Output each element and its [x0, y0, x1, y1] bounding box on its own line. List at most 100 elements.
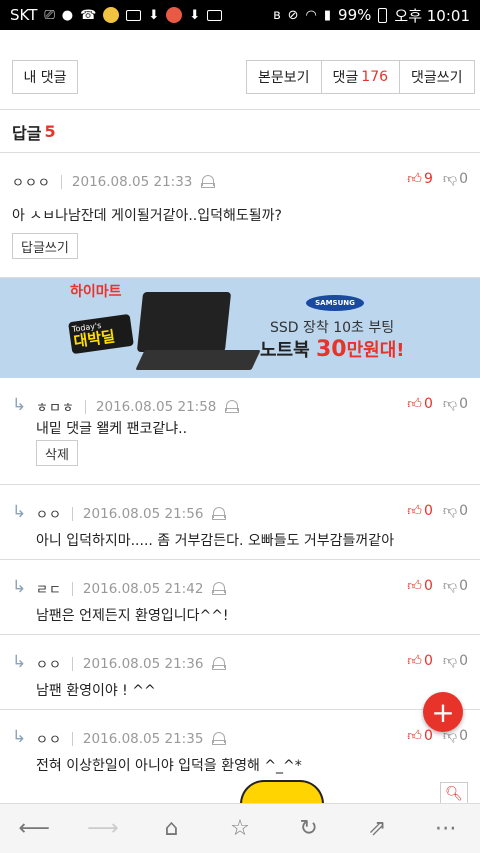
forward-icon[interactable]: ⟶ — [69, 816, 138, 841]
reply-date: 2016.08.05 21:35 — [82, 730, 204, 747]
chat-icon: ● — [61, 7, 74, 23]
comment-text: 아 ㅅㅂ나남잔데 게이될거같아..입덕해도될까? — [12, 208, 282, 224]
downvote-button[interactable]: 👎︎ 0 — [442, 652, 468, 670]
upvote-button[interactable]: 👍︎ 0 — [407, 395, 433, 413]
upvote-button[interactable]: 👍︎ 0 — [407, 652, 433, 670]
reply-date: 2016.08.05 21:56 — [82, 505, 204, 522]
reply-date: 2016.08.05 21:42 — [82, 580, 204, 597]
upvote-button[interactable]: 👍︎ 0 — [407, 577, 433, 595]
more-icon[interactable]: ⋯ — [411, 816, 480, 841]
thumbs-down-icon: 👎︎ — [442, 578, 458, 594]
downvote-count: 0 — [459, 170, 468, 187]
upvote-button[interactable]: 👍︎ 0 — [407, 727, 433, 745]
view-article-button[interactable]: 본문보기 — [247, 61, 321, 93]
thumbs-up-icon: 👍︎ — [407, 728, 422, 744]
thumbs-down-icon: 👎︎ — [442, 503, 458, 519]
thumbs-up-icon: 👍︎ — [407, 396, 422, 412]
bookmark-star-icon[interactable]: ☆ — [206, 816, 275, 841]
reply-count: 5 — [44, 122, 56, 141]
comments-label: 댓글 — [332, 70, 359, 86]
reply-arrow-icon: ↳ — [12, 727, 27, 747]
reply-text: 내밑 댓글 왤케 팬코같냐.. — [36, 421, 188, 437]
reply-text: 전혀 이상한일이 아니야 입덕을 환영해 ^_^* — [36, 758, 302, 774]
samsung-logo: SAMSUNG — [306, 295, 364, 311]
report-icon[interactable] — [212, 507, 227, 520]
download-icon: ⬇ — [189, 7, 201, 23]
write-comment-button[interactable]: 댓글쓰기 — [399, 61, 474, 93]
reply-arrow-icon: ↳ — [12, 502, 27, 522]
reply-text: 아니 입덕하지마..... 좀 거부감든다. 오빠들도 거부감들꺼같아 — [36, 533, 395, 549]
report-icon[interactable] — [212, 657, 227, 670]
ad-badge: Today's 대박딜 — [68, 313, 134, 355]
reply-item: ↳ ㅇㅇ 2016.08.05 21:35 👍︎ 0 👎︎ 0 전혀 이상한일이 아… — [0, 711, 480, 803]
carrier: SKT — [10, 6, 38, 24]
ad-banner[interactable]: 하이마트 Today's 대박딜 SAMSUNG SSD 장착 10초 부팅 노… — [0, 278, 480, 378]
reply-arrow-icon: ↳ — [12, 577, 27, 597]
comments-count: 176 — [361, 69, 389, 85]
thumbs-down-icon: 👎︎ — [442, 396, 458, 412]
comment-nav: 내 댓글 본문보기 댓글 176 댓글쓰기 — [0, 30, 480, 110]
upvote-button[interactable]: 👍︎ 0 — [407, 502, 433, 520]
battery-icon — [378, 7, 388, 23]
report-icon[interactable] — [212, 732, 227, 745]
reply-item: ↳ ㅇㅇ 2016.08.05 21:36 👍︎ 0 👎︎ 0 남팬 환영이야 ! … — [0, 636, 480, 710]
download-icon: ⬇ — [148, 7, 160, 23]
bluetooth-icon: ʙ — [273, 7, 281, 23]
image-icon — [207, 9, 223, 21]
comments-tab[interactable]: 댓글 176 — [320, 61, 400, 93]
thumbs-down-icon: 👎︎ — [442, 171, 458, 187]
cast-icon: ⎚ — [44, 7, 55, 23]
reply-author: ㅎㅁㅎ — [36, 401, 75, 416]
reply-header: 답글 5 — [0, 111, 480, 153]
reply-author: ㅇㅇ — [36, 733, 62, 748]
wifi-icon: ◠ — [305, 7, 317, 23]
reply-label: 답글 — [12, 123, 42, 143]
reply-arrow-icon: ↳ — [12, 395, 27, 415]
ad-line-1: SSD 장착 10초 부팅 — [270, 320, 395, 336]
reply-date: 2016.08.05 21:58 — [95, 398, 217, 415]
comment-author: ㅇㅇㅇ — [12, 176, 51, 191]
missed-call-icon: ☎ — [80, 7, 97, 23]
reply-date: 2016.08.05 21:36 — [82, 655, 204, 672]
back-icon[interactable]: ⟵ — [0, 816, 69, 841]
delete-button[interactable]: 삭제 — [36, 440, 78, 466]
laptop-base-image — [135, 350, 261, 370]
report-icon[interactable] — [225, 400, 240, 413]
downvote-button[interactable]: 👎︎ 0 — [442, 170, 468, 188]
app-icon — [166, 7, 183, 23]
share-icon[interactable]: ⇗ — [343, 816, 412, 841]
report-icon[interactable] — [212, 582, 227, 595]
reply-item: ↳ ㄹㄷ 2016.08.05 21:42 👍︎ 0 👎︎ 0 남팬은 언제든지 환… — [0, 561, 480, 635]
ad-line-2: 노트북 30만원대! — [260, 337, 405, 362]
downvote-button[interactable]: 👎︎ 0 — [442, 502, 468, 520]
comment-tabs: 본문보기 댓글 176 댓글쓰기 — [246, 60, 475, 94]
main-comment: ㅇㅇㅇ 2016.08.05 21:33 👍︎ 9 👎︎ 0 아 ㅅㅂ나남잔데 게이… — [0, 154, 480, 278]
thumbs-up-icon: 👍︎ — [407, 503, 422, 519]
reply-arrow-icon: ↳ — [12, 652, 27, 672]
reply-author: ㄹㄷ — [36, 583, 62, 598]
reply-text: 남팬은 언제든지 환영입니다^^! — [36, 608, 229, 624]
thumbs-down-icon: 👎︎ — [442, 653, 458, 669]
reply-item: ↳ ㅇㅇ 2016.08.05 21:56 👍︎ 0 👎︎ 0 아니 입덕하지마..… — [0, 486, 480, 560]
signal-icon: ▮ — [323, 7, 332, 23]
battery-level: 99% — [338, 6, 372, 24]
upvote-button[interactable]: 👍︎ 9 — [407, 170, 433, 188]
status-bar: SKT ⎚ ● ☎ ⬇ ⬇ ʙ ⊘ ◠ ▮ 99% 오후 10:01 — [0, 0, 480, 30]
downvote-button[interactable]: 👎︎ 0 — [442, 395, 468, 413]
mute-icon: ⊘ — [287, 7, 299, 23]
write-reply-button[interactable]: 답글쓰기 — [12, 233, 78, 259]
reply-text: 남팬 환영이야 ! ^^ — [36, 683, 156, 699]
home-icon[interactable]: ⌂ — [137, 816, 206, 841]
emoticon-image — [240, 780, 324, 804]
downvote-button[interactable]: 👎︎ 0 — [442, 577, 468, 595]
thumbs-up-icon: 👍︎ — [407, 171, 422, 187]
report-icon[interactable] — [201, 175, 216, 188]
reply-author: ㅇㅇ — [36, 508, 62, 523]
upvote-count: 9 — [423, 170, 433, 187]
plus-icon[interactable]: + — [423, 692, 463, 732]
my-comments-button[interactable]: 내 댓글 — [12, 60, 78, 94]
app-icon — [103, 7, 120, 23]
browser-toolbar: ⟵ ⟶ ⌂ ☆ ↻ ⇗ ⋯ — [0, 803, 480, 853]
ad-brand: 하이마트 — [70, 284, 122, 300]
refresh-icon[interactable]: ↻ — [274, 816, 343, 841]
